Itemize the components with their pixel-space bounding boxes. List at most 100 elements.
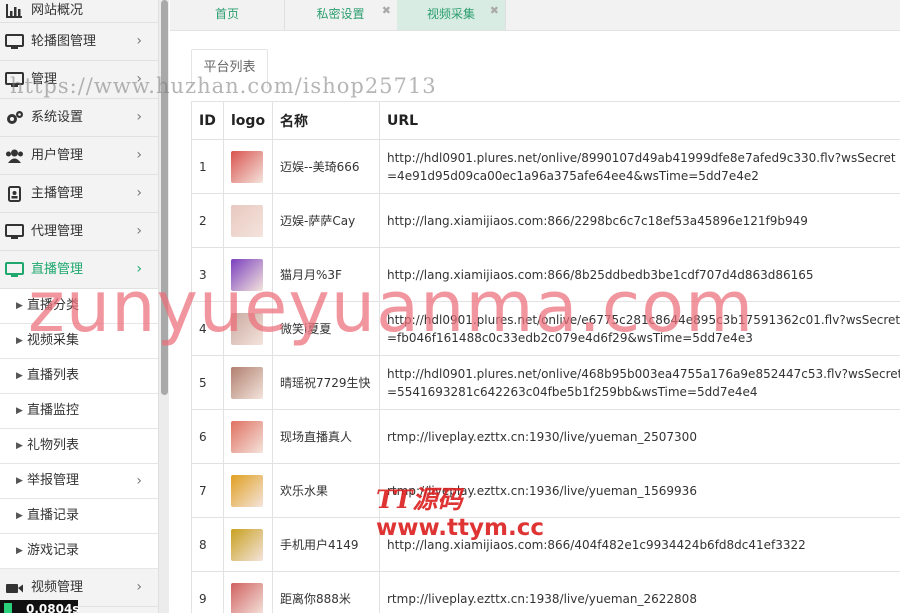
- timing-badge: 0.0804s: [0, 600, 79, 613]
- tab-video-collection[interactable]: 视频采集 ✖: [397, 0, 506, 30]
- avatar: [231, 474, 263, 507]
- caret-right-icon: ▶: [16, 406, 23, 416]
- watermark-bottom-url: www.ttym.cc: [376, 515, 544, 541]
- table-row: 6 现场直播真人 rtmp://liveplay.ezttx.cn:1930/l…: [191, 409, 900, 464]
- users-icon: [4, 147, 24, 165]
- sidebar-subitem-label: 直播记录: [27, 508, 80, 523]
- cell-name: 距离你888米: [272, 571, 380, 613]
- app-window: 网站概况 轮播图管理 › 管理 › 系统设置 › 用户管理 › 主播管理 › 代…: [0, 0, 900, 613]
- cell-url: http://lang.xiamijiaos.com:866/2298bc6c7…: [379, 193, 900, 248]
- cell-logo: [223, 517, 273, 572]
- column-header-name: 名称: [272, 101, 380, 140]
- sidebar-item-6[interactable]: 代理管理 ›: [0, 213, 158, 251]
- table-row: 7 欢乐水果 rtmp://liveplay.ezttx.cn:1936/liv…: [191, 463, 900, 518]
- video-camera-icon: [4, 579, 24, 597]
- cell-url: http://hdl0901.plures.net/onlive/8990107…: [379, 139, 900, 194]
- sidebar-item-label: 代理管理: [31, 224, 84, 239]
- monitor-icon: [4, 261, 24, 279]
- caret-right-icon: ▶: [16, 371, 23, 381]
- tab-privacy-settings-label: 私密设置: [316, 7, 365, 21]
- chevron-right-icon: ›: [136, 223, 142, 239]
- avatar: [231, 366, 263, 399]
- cell-id: 5: [191, 355, 224, 410]
- tab-video-collection-label: 视频采集: [426, 7, 475, 21]
- chevron-right-icon: ›: [136, 109, 142, 125]
- tab-home-label: 首页: [214, 7, 239, 21]
- sidebar-item-label: 用户管理: [31, 148, 84, 163]
- badge-bar-icon: [4, 603, 12, 613]
- avatar: [231, 420, 263, 453]
- sidebar-item-0[interactable]: 网站概况: [0, 0, 158, 23]
- chevron-right-icon: ›: [136, 579, 142, 595]
- sidebar-subitem-label: 礼物列表: [27, 438, 80, 453]
- id-badge-icon: [4, 185, 24, 203]
- cell-url: rtmp://liveplay.ezttx.cn:1938/live/yuema…: [379, 571, 900, 613]
- platform-table: ID logo 名称 URL 1 迈娱--美琦666 http://hdl090…: [191, 101, 900, 613]
- sidebar-subitem-2[interactable]: ▶ 直播列表: [0, 359, 158, 394]
- watermark-logo: TT源码: [376, 485, 463, 514]
- tab-home[interactable]: 首页: [170, 0, 285, 30]
- cell-url: http://hdl0901.plures.net/onlive/468b95b…: [379, 355, 900, 410]
- sidebar-subitem-6[interactable]: ▶ 直播记录: [0, 499, 158, 534]
- avatar: [231, 528, 263, 561]
- table-body: 1 迈娱--美琦666 http://hdl0901.plures.net/on…: [191, 139, 900, 613]
- cell-name: 现场直播真人: [272, 409, 380, 464]
- monitor-icon: [4, 223, 24, 241]
- cell-name: 晴瑶祝7729生快: [272, 355, 380, 410]
- sidebar-item-1[interactable]: 轮播图管理 ›: [0, 23, 158, 61]
- sidebar-item-label: 网站概况: [31, 3, 84, 18]
- sidebar-subitem-label: 直播列表: [27, 368, 80, 383]
- cell-id: 9: [191, 571, 224, 613]
- cell-logo: [223, 463, 273, 518]
- table-row: 1 迈娱--美琦666 http://hdl0901.plures.net/on…: [191, 139, 900, 194]
- chevron-right-icon: ›: [136, 147, 142, 163]
- tab-privacy-settings[interactable]: 私密设置 ✖: [284, 0, 398, 30]
- sidebar-item-4[interactable]: 用户管理 ›: [0, 137, 158, 175]
- column-header-url: URL: [379, 101, 900, 140]
- table-header-row: ID logo 名称 URL: [191, 101, 900, 140]
- column-header-logo: logo: [223, 101, 273, 140]
- caret-right-icon: ▶: [16, 476, 23, 486]
- watermark-center: zunyueyuanma.com: [28, 266, 755, 348]
- sidebar-subitem-5[interactable]: ▶ 举报管理 ›: [0, 464, 158, 499]
- cell-name: 迈娱--美琦666: [272, 139, 380, 194]
- avatar: [231, 582, 263, 613]
- cell-id: 1: [191, 139, 224, 194]
- sidebar-item-label: 主播管理: [31, 186, 84, 201]
- sidebar-subitem-label: 直播监控: [27, 403, 80, 418]
- gears-icon: [4, 109, 24, 127]
- cell-logo: [223, 139, 273, 194]
- cell-logo: [223, 355, 273, 410]
- cell-id: 7: [191, 463, 224, 518]
- table-row: 8 手机用户4149 http://lang.xiamijiaos.com:86…: [191, 517, 900, 572]
- tab-bar: 首页 私密设置 ✖ 视频采集 ✖: [170, 0, 900, 31]
- cell-logo: [223, 409, 273, 464]
- caret-right-icon: ▶: [16, 511, 23, 521]
- table-row: 9 距离你888米 rtmp://liveplay.ezttx.cn:1938/…: [191, 571, 900, 613]
- sidebar-item-3[interactable]: 系统设置 ›: [0, 99, 158, 137]
- sidebar-subitem-3[interactable]: ▶ 直播监控: [0, 394, 158, 429]
- cell-logo: [223, 571, 273, 613]
- cell-url: rtmp://liveplay.ezttx.cn:1930/live/yuema…: [379, 409, 900, 464]
- sidebar-subitem-4[interactable]: ▶ 礼物列表: [0, 429, 158, 464]
- cell-id: 2: [191, 193, 224, 248]
- cell-id: 6: [191, 409, 224, 464]
- sidebar-item-5[interactable]: 主播管理 ›: [0, 175, 158, 213]
- close-icon[interactable]: ✖: [490, 0, 499, 22]
- table-row: 5 晴瑶祝7729生快 http://hdl0901.plures.net/on…: [191, 355, 900, 410]
- cell-name: 欢乐水果: [272, 463, 380, 518]
- avatar: [231, 204, 263, 237]
- sidebar-subitem-label: 游戏记录: [27, 543, 80, 558]
- column-header-id: ID: [191, 101, 224, 140]
- cell-name: 迈娱-萨萨Cay: [272, 193, 380, 248]
- cell-name: 手机用户4149: [272, 517, 380, 572]
- caret-right-icon: ▶: [16, 441, 23, 451]
- cell-logo: [223, 193, 273, 248]
- sidebar-subitem-7[interactable]: ▶ 游戏记录: [0, 534, 158, 569]
- caret-right-icon: ▶: [16, 301, 23, 311]
- close-icon[interactable]: ✖: [382, 0, 391, 22]
- chevron-right-icon: ›: [136, 185, 142, 201]
- sidebar-item-label: 轮播图管理: [31, 34, 97, 49]
- cell-id: 8: [191, 517, 224, 572]
- bar-chart-icon: [4, 2, 24, 20]
